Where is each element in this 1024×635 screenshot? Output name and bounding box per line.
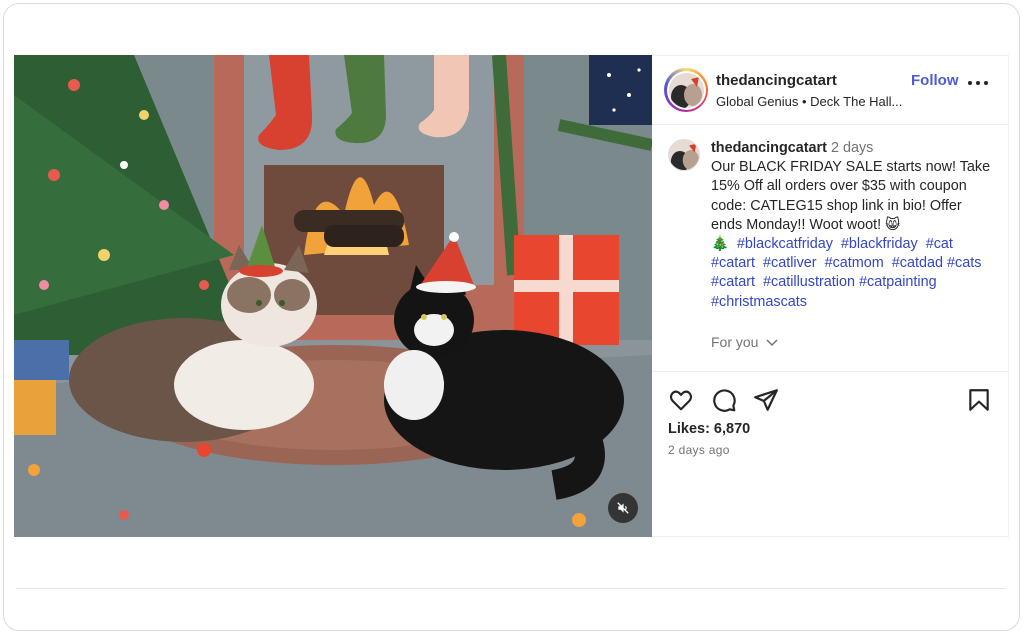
chevron-down-icon xyxy=(766,339,778,347)
avatar[interactable] xyxy=(664,68,708,112)
hashtag-link[interactable]: #catdad xyxy=(892,255,943,271)
post-caption: thedancingcatart 2 days Our BLACK FRIDAY … xyxy=(711,139,996,312)
post-media[interactable] xyxy=(14,55,652,537)
caption-avatar[interactable] xyxy=(668,139,700,171)
hashtag-link[interactable]: #catpainting xyxy=(859,274,937,290)
hashtag-link[interactable]: #cats xyxy=(947,255,981,271)
header-username[interactable]: thedancingcatart xyxy=(716,72,837,89)
caption-username[interactable]: thedancingcatart xyxy=(711,140,827,156)
for-you-dropdown[interactable]: For you xyxy=(711,334,778,350)
hashtag-link[interactable]: #catmom xyxy=(825,255,884,271)
follow-button[interactable]: Follow xyxy=(911,72,959,89)
heart-icon xyxy=(669,390,693,411)
hashtag-link[interactable]: #blackfriday xyxy=(841,236,918,252)
divider xyxy=(652,371,1008,372)
post-timestamp[interactable]: 2 days ago xyxy=(668,443,730,457)
for-you-label: For you xyxy=(711,334,759,350)
caption-text: Our BLACK FRIDAY SALE starts now! Take 1… xyxy=(711,159,991,233)
share-button[interactable] xyxy=(753,387,779,413)
hashtag-link[interactable]: #christmascats xyxy=(711,294,807,310)
likes-count[interactable]: Likes: 6,870 xyxy=(668,421,750,437)
bookmark-icon xyxy=(969,389,989,411)
hashtag-link[interactable]: #blackcatfriday xyxy=(737,236,833,252)
tree-emoji: 🎄 xyxy=(711,236,729,253)
hashtag-link[interactable]: #cat xyxy=(926,236,953,252)
mute-button[interactable] xyxy=(608,493,638,523)
avatar-image xyxy=(668,72,704,108)
muted-speaker-icon xyxy=(617,502,629,514)
caption-time: 2 days xyxy=(830,140,874,156)
hashtag-link[interactable]: #catart xyxy=(711,274,755,290)
comment-icon xyxy=(713,389,736,412)
post-illustration xyxy=(14,55,652,537)
save-button[interactable] xyxy=(966,387,992,413)
comment-button[interactable] xyxy=(711,387,737,413)
header-audio-subtitle[interactable]: Global Genius • Deck The Hall... xyxy=(716,94,902,109)
like-button[interactable] xyxy=(668,387,694,413)
more-options-button[interactable] xyxy=(968,80,988,86)
hashtag-link[interactable]: #catliver xyxy=(763,255,817,271)
divider xyxy=(16,588,1006,589)
hashtag-link[interactable]: #catillustration xyxy=(763,274,855,290)
paper-plane-icon xyxy=(754,389,778,411)
hashtag-link[interactable]: #catart xyxy=(711,255,755,271)
post-side-panel: thedancingcatart Global Genius • Deck Th… xyxy=(652,55,1009,537)
post-header: thedancingcatart Global Genius • Deck Th… xyxy=(652,56,1008,125)
